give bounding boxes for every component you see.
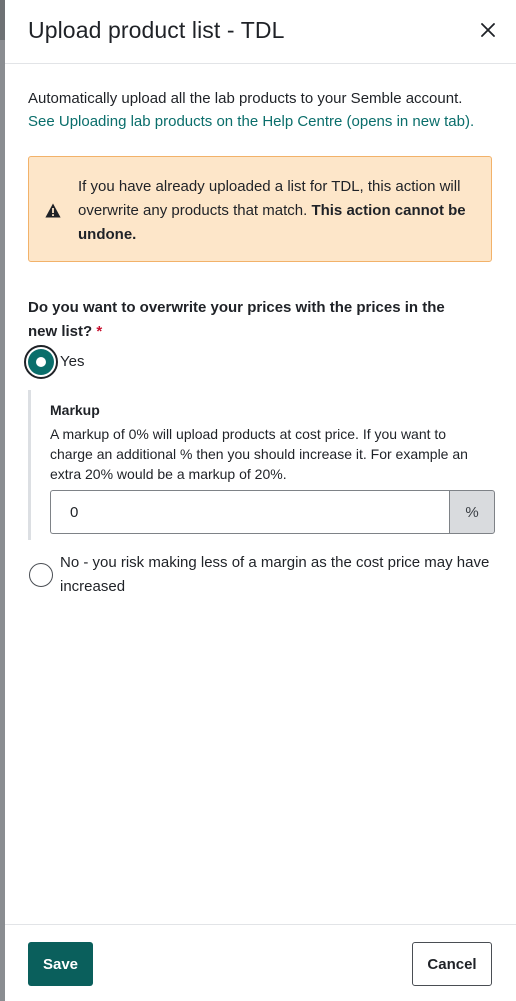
close-button[interactable] [475,16,501,44]
overwrite-question: Do you want to overwrite your prices wit… [28,296,478,344]
help-centre-link[interactable]: See Uploading lab products on the Help C… [28,110,498,133]
warning-triangle-icon [45,203,61,218]
dialog-title: Upload product list - TDL [28,17,285,43]
intro-text: Automatically upload all the lab product… [28,90,463,107]
warning-banner: If you have already uploaded a list for … [28,156,492,262]
markup-title: Markup [50,402,100,418]
markup-input[interactable] [50,490,450,534]
no-radio-label[interactable]: No - you risk making less of a margin as… [60,551,500,599]
yes-radio-label[interactable]: Yes [60,352,84,372]
yes-radio[interactable] [24,345,58,379]
percent-suffix: % [449,490,495,534]
dialog-header: Upload product list - TDL [5,0,516,64]
markup-section: Markup A markup of 0% will upload produc… [28,390,495,540]
close-icon [481,23,495,37]
dialog-footer: Save Cancel [5,924,516,1001]
cancel-button[interactable]: Cancel [412,942,492,986]
question-label: Do you want to overwrite your prices wit… [28,299,445,340]
upload-product-list-dialog: Upload product list - TDL Automatically … [5,0,516,1001]
save-button[interactable]: Save [28,942,93,986]
markup-description: A markup of 0% will upload products at c… [50,426,468,482]
warning-text: If you have already uploaded a list for … [78,175,478,247]
required-marker: * [96,323,103,340]
no-radio[interactable] [29,563,53,587]
intro-section: Automatically upload all the lab product… [28,87,498,133]
